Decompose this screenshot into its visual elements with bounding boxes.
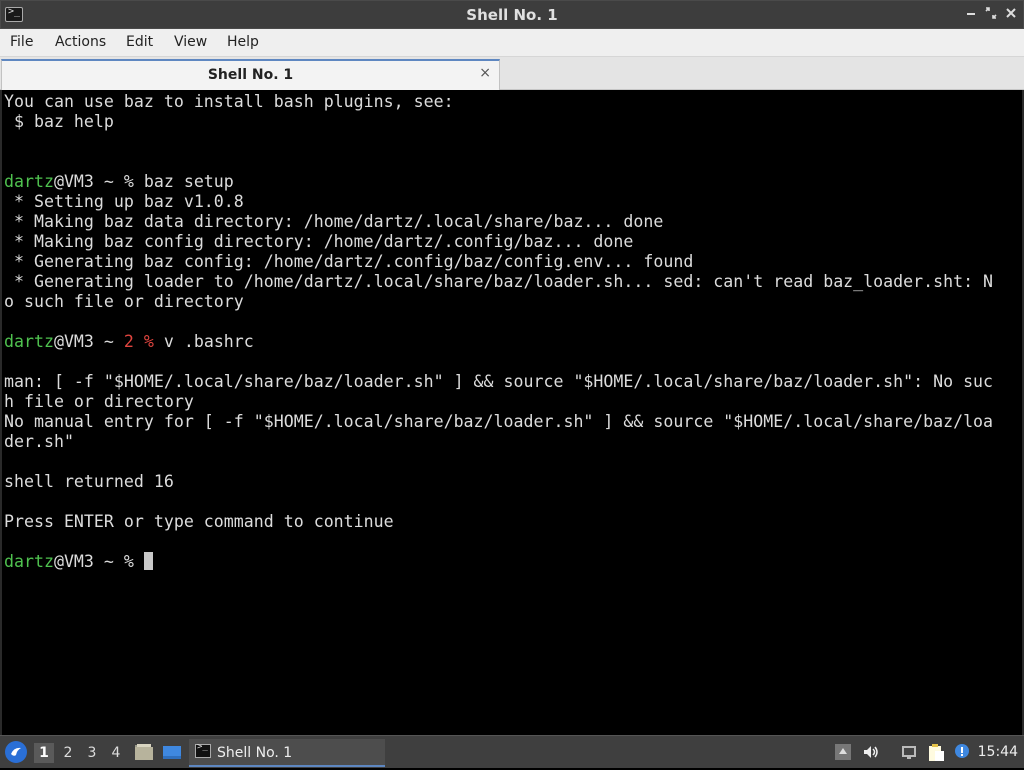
workspace-1[interactable]: 1 <box>34 743 54 763</box>
minimize-button[interactable] <box>963 6 979 24</box>
terminal-cursor <box>143 552 153 570</box>
terminal-text: Press ENTER or type command to continue <box>4 512 394 531</box>
workspace-2[interactable]: 2 <box>58 743 78 763</box>
terminal-line: dartz@VM3 ~ 2 % v .bashrc <box>4 332 993 352</box>
terminal-line: Press ENTER or type command to continue <box>4 512 993 532</box>
terminal-line: You can use baz to install bash plugins,… <box>4 92 993 112</box>
terminal-text: 2 % <box>123 332 154 351</box>
folder-icon <box>135 744 153 760</box>
tray-up-arrow[interactable] <box>834 743 852 761</box>
terminal-task-icon: >_ <box>195 742 211 758</box>
terminal-line: $ baz help <box>4 112 993 132</box>
terminal-text: dartz <box>4 332 54 351</box>
terminal-text: No manual entry for [ -f "$HOME/.local/s… <box>4 412 994 431</box>
terminal-text: * Setting up baz v1.0.8 <box>4 192 244 211</box>
terminal-line: man: [ -f "$HOME/.local/share/baz/loader… <box>4 372 993 392</box>
workspace-4[interactable]: 4 <box>106 743 126 763</box>
taskbar-task-shell-1[interactable]: >_ Shell No. 1 <box>189 739 385 767</box>
menu-edit[interactable]: Edit <box>126 34 153 50</box>
tab-label: Shell No. 1 <box>207 67 294 83</box>
terminal-text: @VM3 ~ % <box>53 552 144 571</box>
terminal-line: * Making baz data directory: /home/dartz… <box>4 212 993 232</box>
terminal-text: v .bashrc <box>153 332 254 351</box>
clipboard-icon <box>929 744 944 761</box>
terminal-line: der.sh" <box>4 432 993 452</box>
maximize-button[interactable] <box>983 6 999 24</box>
terminal-text: dartz <box>4 172 54 191</box>
tab-close-icon[interactable]: × <box>479 65 491 81</box>
terminal-text: $ baz help <box>4 112 114 131</box>
terminal-line: * Generating loader to /home/dartz/.loca… <box>4 272 993 292</box>
desktop-icon <box>163 746 181 759</box>
terminal-text: man: [ -f "$HOME/.local/share/baz/loader… <box>4 372 994 391</box>
terminal-text: h file or directory <box>4 392 194 411</box>
volume-icon <box>864 746 878 758</box>
terminal-text: dartz <box>4 552 54 571</box>
tray-notification[interactable] <box>954 743 972 761</box>
terminal-text: * Making baz data directory: /home/dartz… <box>4 212 664 231</box>
terminal-text: @VM3 ~ <box>53 332 124 351</box>
terminal-line: shell returned 16 <box>4 472 993 492</box>
network-icon <box>902 746 916 759</box>
terminal-line: * Setting up baz v1.0.8 <box>4 192 993 212</box>
tray-clipboard[interactable] <box>926 743 944 761</box>
file-manager-launcher[interactable] <box>134 742 154 762</box>
menu-bar: File Actions Edit View Help <box>0 29 1024 57</box>
start-menu-button[interactable] <box>5 741 27 763</box>
terminal-line: * Making baz config directory: /home/dar… <box>4 232 993 252</box>
show-desktop-launcher[interactable] <box>162 742 182 762</box>
restore-icon <box>985 7 997 19</box>
task-label: Shell No. 1 <box>217 745 293 761</box>
menu-view[interactable]: View <box>174 34 207 50</box>
terminal-text: * Generating loader to /home/dartz/.loca… <box>4 272 994 291</box>
tab-shell-1[interactable]: Shell No. 1 × <box>1 59 500 90</box>
terminal-line: * Generating baz config: /home/dartz/.co… <box>4 252 993 272</box>
terminal-line: dartz@VM3 ~ % <box>4 552 993 572</box>
terminal-view[interactable]: You can use baz to install bash plugins,… <box>0 90 1024 735</box>
notification-info-icon <box>955 744 969 758</box>
window-title: Shell No. 1 <box>466 6 558 24</box>
tray-network[interactable] <box>900 743 918 761</box>
removable-media-icon <box>835 744 851 760</box>
terminal-text: o such file or directory <box>4 292 244 311</box>
close-window-button[interactable] <box>1003 6 1019 24</box>
window-titlebar: >_ Shell No. 1 <box>0 0 1024 29</box>
menu-file[interactable]: File <box>10 34 33 50</box>
terminal-text: You can use baz to install bash plugins,… <box>4 92 454 111</box>
menu-actions[interactable]: Actions <box>55 34 106 50</box>
terminal-line: o such file or directory <box>4 292 993 312</box>
clock: 15:44 <box>977 744 1018 760</box>
terminal-text: @VM3 ~ % baz setup <box>53 172 234 191</box>
terminal-text: der.sh" <box>4 432 74 451</box>
terminal-line: dartz@VM3 ~ % baz setup <box>4 172 993 192</box>
tab-bar: Shell No. 1 × <box>0 57 1024 90</box>
terminal-line: No manual entry for [ -f "$HOME/.local/s… <box>4 412 993 432</box>
terminal-text: shell returned 16 <box>4 472 174 491</box>
close-icon <box>1006 8 1016 18</box>
terminal-line: h file or directory <box>4 392 993 412</box>
terminal-output: You can use baz to install bash plugins,… <box>4 92 993 572</box>
terminal-text: * Making baz config directory: /home/dar… <box>4 232 634 251</box>
taskbar: 1 2 3 4 >_ Shell No. 1 15:44 <box>0 735 1024 768</box>
minimize-icon <box>967 13 975 15</box>
lxqt-logo-icon <box>6 742 26 762</box>
tray-volume[interactable] <box>862 743 880 761</box>
terminal-text: * Generating baz config: /home/dartz/.co… <box>4 252 694 271</box>
workspace-3[interactable]: 3 <box>82 743 102 763</box>
menu-help[interactable]: Help <box>227 34 259 50</box>
task-icon-glyph: >_ <box>197 742 208 752</box>
